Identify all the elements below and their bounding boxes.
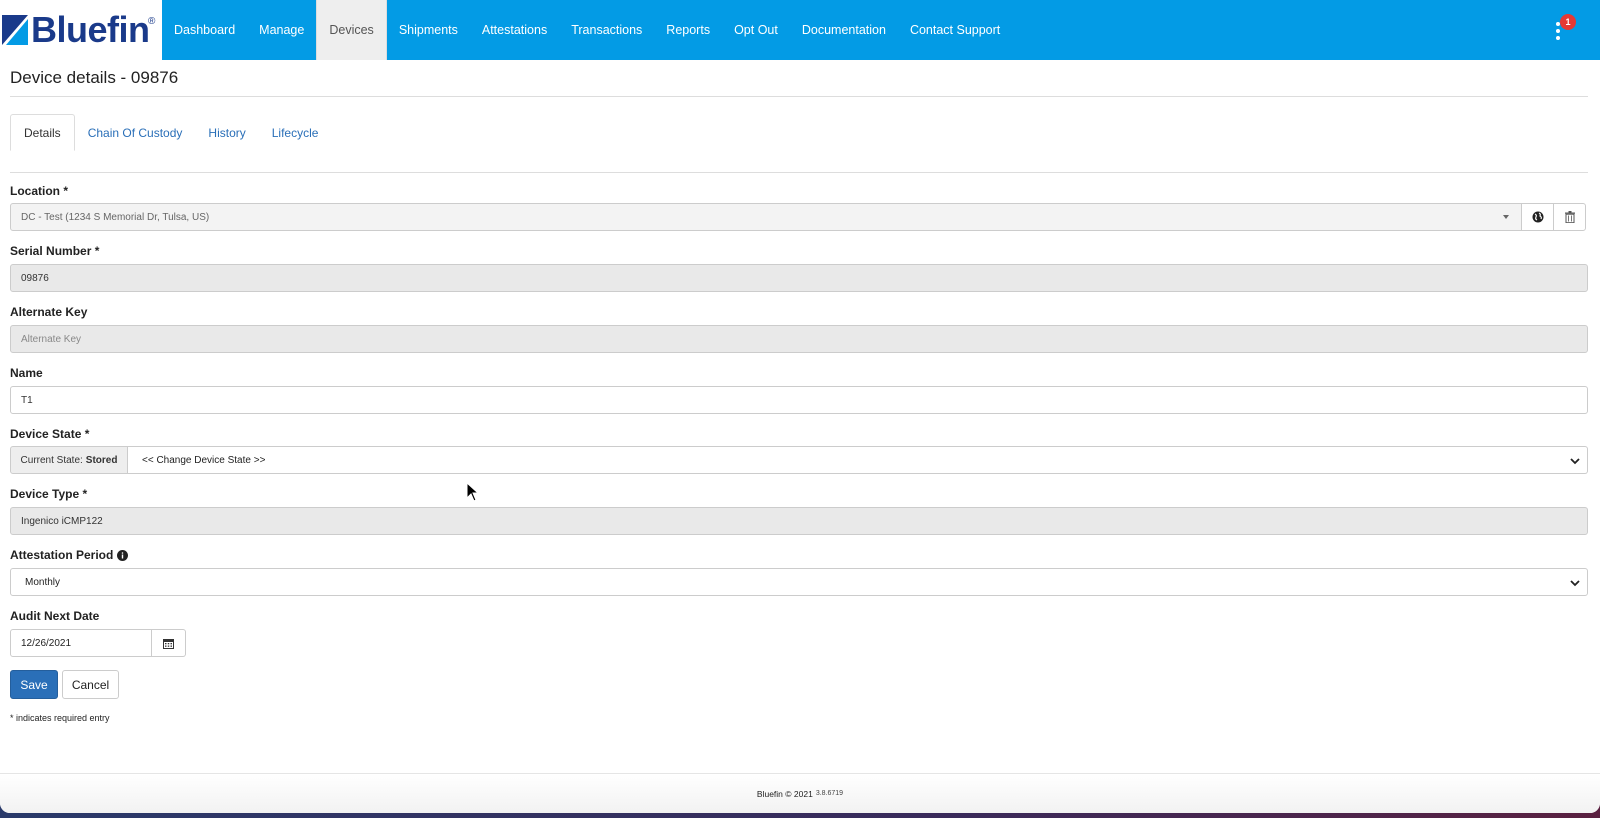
current-state-value: Stored [85, 454, 118, 466]
tab-lifecycle[interactable]: Lifecycle [259, 114, 332, 151]
device-state-label: Device State * [10, 427, 90, 441]
tab-history[interactable]: History [195, 114, 258, 151]
audit-next-date-label: Audit Next Date [10, 609, 100, 623]
footer-version: 3.8.6719 [815, 790, 844, 797]
delete-location-button[interactable] [1553, 203, 1586, 231]
nav-dashboard[interactable]: Dashboard [162, 0, 247, 60]
form-actions: Save Cancel [10, 670, 1588, 699]
calendar-icon [163, 638, 174, 649]
change-state-value: << Change Device State >> [142, 454, 266, 466]
tab-chain-of-custody[interactable]: Chain Of Custody [75, 114, 196, 151]
cancel-button[interactable]: Cancel [62, 670, 119, 699]
device-type-field[interactable]: Ingenico iCMP122 [10, 507, 1588, 535]
globe-icon [1532, 211, 1543, 223]
serial-number-field[interactable]: 09876 [10, 264, 1588, 292]
bluefin-logo-icon [2, 15, 28, 45]
device-state-group: Current State: Stored << Change Device S… [10, 446, 1588, 474]
locate-button[interactable] [1521, 203, 1554, 231]
page-title: Device details - 09876 [10, 68, 1588, 97]
device-type-label: Device Type * [10, 487, 88, 501]
current-state-addon: Current State: Stored [10, 446, 128, 474]
audit-date-group: 12/26/2021 [10, 629, 1588, 657]
attestation-period-label: Attestation Period [10, 548, 1588, 562]
nav-devices[interactable]: Devices [316, 0, 387, 60]
current-state-prefix: Current State: [20, 454, 83, 466]
name-label: Name [10, 366, 43, 380]
tab-divider [10, 172, 1588, 173]
nav-shipments[interactable]: Shipments [387, 0, 470, 60]
change-device-state-select[interactable]: << Change Device State >> [128, 446, 1588, 474]
alternate-key-field[interactable]: Alternate Key [10, 325, 1588, 353]
attestation-period-select[interactable]: Monthly [10, 568, 1588, 596]
audit-next-date-field[interactable]: 12/26/2021 [10, 629, 152, 657]
required-note: * indicates required entry [10, 713, 110, 723]
alternate-key-label: Alternate Key [10, 305, 88, 319]
trash-icon [1564, 211, 1575, 223]
nav-contact-support[interactable]: Contact Support [898, 0, 1012, 60]
attestation-period-value: Monthly [25, 576, 61, 588]
brand-logo[interactable]: Bluefin ® [0, 0, 162, 60]
footer: Bluefin © 2021 3.8.6719 [0, 773, 1600, 813]
chevron-down-icon [1570, 580, 1580, 587]
kebab-menu-icon [1556, 22, 1560, 43]
date-picker-button[interactable] [152, 629, 186, 657]
chevron-down-icon [1570, 458, 1580, 465]
mouse-cursor-icon [466, 482, 480, 502]
info-icon[interactable] [117, 549, 129, 561]
nav-transactions[interactable]: Transactions [559, 0, 654, 60]
nav-manage[interactable]: Manage [247, 0, 316, 60]
nav-attestations[interactable]: Attestations [470, 0, 559, 60]
nav-opt-out[interactable]: Opt Out [722, 0, 790, 60]
nav-documentation[interactable]: Documentation [790, 0, 898, 60]
main-content: Device details - 09876 Details Chain Of … [10, 60, 1588, 723]
nav-reports[interactable]: Reports [654, 0, 722, 60]
name-field[interactable]: T1 [10, 386, 1588, 414]
nav-items: Dashboard Manage Devices Shipments Attes… [162, 0, 1012, 60]
location-row: DC - Test (1234 S Memorial Dr, Tulsa, US… [10, 203, 1588, 231]
app-window: Bluefin ® Dashboard Manage Devices Shipm… [0, 0, 1600, 813]
serial-number-label: Serial Number * [10, 244, 100, 258]
user-menu-button[interactable]: 1 [1546, 12, 1576, 48]
brand-registered-mark: ® [148, 16, 156, 27]
location-select[interactable]: DC - Test (1234 S Memorial Dr, Tulsa, US… [10, 203, 1522, 231]
footer-copyright: Bluefin © 2021 [756, 788, 813, 799]
notification-badge: 1 [1560, 14, 1576, 30]
location-label: Location * [10, 184, 69, 198]
save-button[interactable]: Save [10, 670, 58, 699]
brand-name: Bluefin [31, 9, 150, 50]
tab-details[interactable]: Details [10, 114, 75, 151]
attestation-period-text: Attestation Period [10, 548, 114, 562]
top-navbar: Bluefin ® Dashboard Manage Devices Shipm… [0, 0, 1600, 60]
location-value: DC - Test (1234 S Memorial Dr, Tulsa, US… [21, 211, 210, 223]
caret-down-icon [1503, 215, 1509, 219]
detail-tabs: Details Chain Of Custody History Lifecyc… [10, 114, 1588, 151]
